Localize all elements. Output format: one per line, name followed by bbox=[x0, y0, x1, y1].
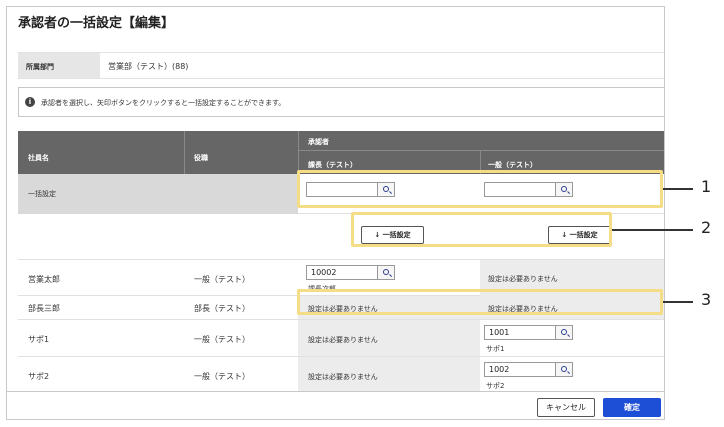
col-header-manager: 課長（テスト） bbox=[308, 161, 357, 169]
employee-name: サポ1 bbox=[28, 335, 50, 344]
employee-role: 一般（テスト） bbox=[194, 275, 250, 284]
col-header-name: 社員名 bbox=[28, 154, 49, 162]
callout-number: 2 bbox=[701, 218, 712, 237]
manager-status: 設定は必要ありません bbox=[308, 373, 378, 381]
search-button[interactable] bbox=[377, 266, 394, 279]
manager-code: 10002 bbox=[311, 268, 337, 277]
search-icon bbox=[561, 329, 567, 335]
general-search[interactable]: 1001 bbox=[484, 325, 573, 340]
info-text: 承認者を選択し、矢印ボタンをクリックすると一括設定することができます。 bbox=[41, 99, 286, 107]
department-row: 所属部門 営業部（テスト）(88) bbox=[18, 52, 664, 79]
search-icon bbox=[383, 269, 389, 275]
col-header-approver: 承認者 bbox=[308, 138, 329, 146]
highlight-bulk-inputs bbox=[297, 170, 663, 208]
search-button[interactable] bbox=[555, 326, 572, 339]
cancel-button[interactable]: キャンセル bbox=[537, 398, 595, 417]
employee-name: 営業太郎 bbox=[28, 275, 60, 284]
employee-role: 部長（テスト） bbox=[194, 304, 250, 313]
search-button[interactable] bbox=[555, 363, 572, 376]
highlight-row bbox=[297, 289, 663, 315]
search-icon bbox=[561, 366, 567, 372]
bulk-row-label: 一括設定 bbox=[28, 190, 56, 198]
general-search[interactable]: 1002 bbox=[484, 362, 573, 377]
dialog-title: 承認者の一括設定【編集】 bbox=[18, 16, 175, 31]
general-name: サポ1 bbox=[486, 345, 505, 353]
dialog-footer: キャンセル 確定 bbox=[7, 391, 664, 419]
employee-role: 一般（テスト） bbox=[194, 372, 250, 381]
table-row: サポ1 一般（テスト） 設定は必要ありません 1001 サポ1 bbox=[18, 320, 664, 357]
info-box: i 承認者を選択し、矢印ボタンをクリックすると一括設定することができます。 bbox=[18, 87, 664, 117]
table-row: サポ2 一般（テスト） 設定は必要ありません 1002 サポ2 bbox=[18, 357, 664, 394]
general-code: 1002 bbox=[489, 365, 510, 374]
callout-number: 1 bbox=[701, 177, 712, 196]
employee-name: 部長三郎 bbox=[28, 304, 60, 313]
callout-line bbox=[663, 188, 693, 190]
info-icon: i bbox=[25, 97, 35, 107]
table-header: 社員名 役職 承認者 課長（テスト） 一般（テスト） bbox=[18, 131, 664, 174]
col-header-general: 一般（テスト） bbox=[488, 161, 537, 169]
callout-number: 3 bbox=[701, 290, 712, 309]
department-label: 所属部門 bbox=[18, 53, 100, 78]
manager-status: 設定は必要ありません bbox=[308, 336, 378, 344]
general-status: 設定は必要ありません bbox=[488, 275, 558, 283]
manager-search[interactable]: 10002 bbox=[306, 265, 395, 280]
callout-line bbox=[663, 301, 693, 303]
confirm-button[interactable]: 確定 bbox=[603, 398, 661, 417]
general-code: 1001 bbox=[489, 328, 510, 337]
col-header-role: 役職 bbox=[194, 154, 208, 162]
general-name: サポ2 bbox=[486, 382, 505, 390]
callout-line bbox=[612, 229, 693, 231]
highlight-bulk-buttons bbox=[351, 212, 612, 247]
employee-role: 一般（テスト） bbox=[194, 335, 250, 344]
employee-name: サポ2 bbox=[28, 372, 50, 381]
department-value: 営業部（テスト）(88) bbox=[108, 62, 189, 71]
